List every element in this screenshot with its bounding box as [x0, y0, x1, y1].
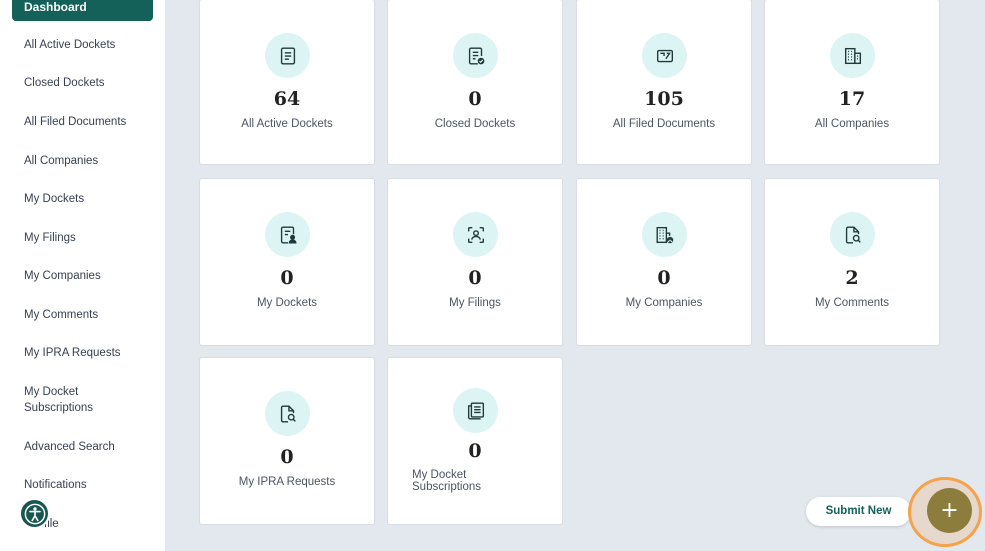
- sidebar-item-all-filed-documents[interactable]: All Filed Documents: [24, 114, 154, 130]
- card-value: 17: [838, 88, 866, 110]
- card-all-filed-documents[interactable]: 105 All Filed Documents: [576, 0, 752, 165]
- card-label: My Comments: [814, 297, 890, 309]
- sidebar-item-closed-dockets[interactable]: Closed Dockets: [24, 75, 154, 91]
- sidebar-item-all-active-dockets[interactable]: All Active Dockets: [24, 37, 154, 53]
- card-value: 0: [468, 88, 482, 110]
- card-label: All Active Dockets: [241, 118, 333, 130]
- card-label: All Filed Documents: [612, 118, 716, 130]
- card-value: 105: [644, 88, 684, 110]
- icon-badge: [453, 33, 498, 78]
- building-user-icon: [656, 226, 673, 243]
- document-search-icon: [280, 405, 296, 422]
- document-search-icon: [845, 226, 861, 243]
- sidebar-item-advanced-search[interactable]: Advanced Search: [24, 439, 154, 455]
- card-my-ipra-requests[interactable]: 0 My IPRA Requests: [199, 357, 375, 525]
- sidebar-item-profile[interactable]: file: [44, 516, 174, 532]
- sidebar-item-all-companies[interactable]: All Companies: [24, 153, 154, 169]
- sidebar-item-dashboard[interactable]: Dashboard: [12, 0, 153, 21]
- card-value: 0: [657, 267, 671, 289]
- user-scan-icon: [467, 226, 484, 243]
- card-value: 64: [273, 88, 301, 110]
- icon-badge: [830, 212, 875, 257]
- icon-badge: [265, 391, 310, 436]
- sidebar-item-my-filings[interactable]: My Filings: [24, 230, 154, 246]
- card-label: Closed Dockets: [434, 118, 516, 130]
- document-check-icon: [468, 47, 484, 64]
- documents-stack-icon: [656, 49, 673, 62]
- card-my-companies[interactable]: 0 My Companies: [576, 178, 752, 346]
- submit-new-button[interactable]: Submit New: [806, 497, 911, 526]
- building-icon: [844, 47, 861, 64]
- icon-badge: [830, 33, 875, 78]
- icon-badge: [265, 33, 310, 78]
- card-label: My Docket Subscriptions: [412, 469, 482, 493]
- card-all-companies[interactable]: 17 All Companies: [764, 0, 940, 165]
- card-label: All Companies: [814, 118, 890, 130]
- sidebar-item-my-comments[interactable]: My Comments: [24, 307, 154, 323]
- newspaper-icon: [467, 402, 484, 419]
- card-label: My Companies: [625, 297, 703, 309]
- sidebar-item-my-dockets[interactable]: My Dockets: [24, 191, 154, 207]
- card-my-comments[interactable]: 2 My Comments: [764, 178, 940, 346]
- icon-badge: [642, 212, 687, 257]
- icon-badge: [265, 212, 310, 257]
- sidebar: Dashboard All Active Dockets Closed Dock…: [0, 0, 165, 551]
- document-user-icon: [280, 226, 296, 243]
- card-value: 0: [468, 267, 482, 289]
- document-lines-icon: [280, 47, 295, 64]
- accessibility-icon: [24, 503, 45, 524]
- plus-icon: +: [940, 498, 959, 523]
- card-value: 0: [468, 440, 482, 462]
- card-label: My Dockets: [256, 297, 318, 309]
- sidebar-item-my-companies[interactable]: My Companies: [24, 268, 154, 284]
- sidebar-item-notifications[interactable]: Notifications: [24, 477, 154, 493]
- card-all-active-dockets[interactable]: 64 All Active Dockets: [199, 0, 375, 165]
- accessibility-button[interactable]: [19, 498, 50, 529]
- card-my-docket-subscriptions[interactable]: 0 My Docket Subscriptions: [387, 357, 563, 525]
- card-closed-dockets[interactable]: 0 Closed Dockets: [387, 0, 563, 165]
- sidebar-item-my-docket-subscriptions[interactable]: My Docket Subscriptions: [24, 384, 119, 416]
- add-button[interactable]: +: [927, 488, 972, 533]
- card-label: My Filings: [449, 297, 501, 309]
- icon-badge: [453, 388, 498, 433]
- card-label: My IPRA Requests: [238, 476, 336, 488]
- icon-badge: [453, 212, 498, 257]
- card-value: 0: [280, 446, 294, 468]
- card-value: 2: [845, 267, 859, 289]
- card-my-filings[interactable]: 0 My Filings: [387, 178, 563, 346]
- icon-badge: [642, 33, 687, 78]
- card-value: 0: [280, 267, 294, 289]
- sidebar-item-my-ipra-requests[interactable]: My IPRA Requests: [24, 345, 154, 361]
- card-my-dockets[interactable]: 0 My Dockets: [199, 178, 375, 346]
